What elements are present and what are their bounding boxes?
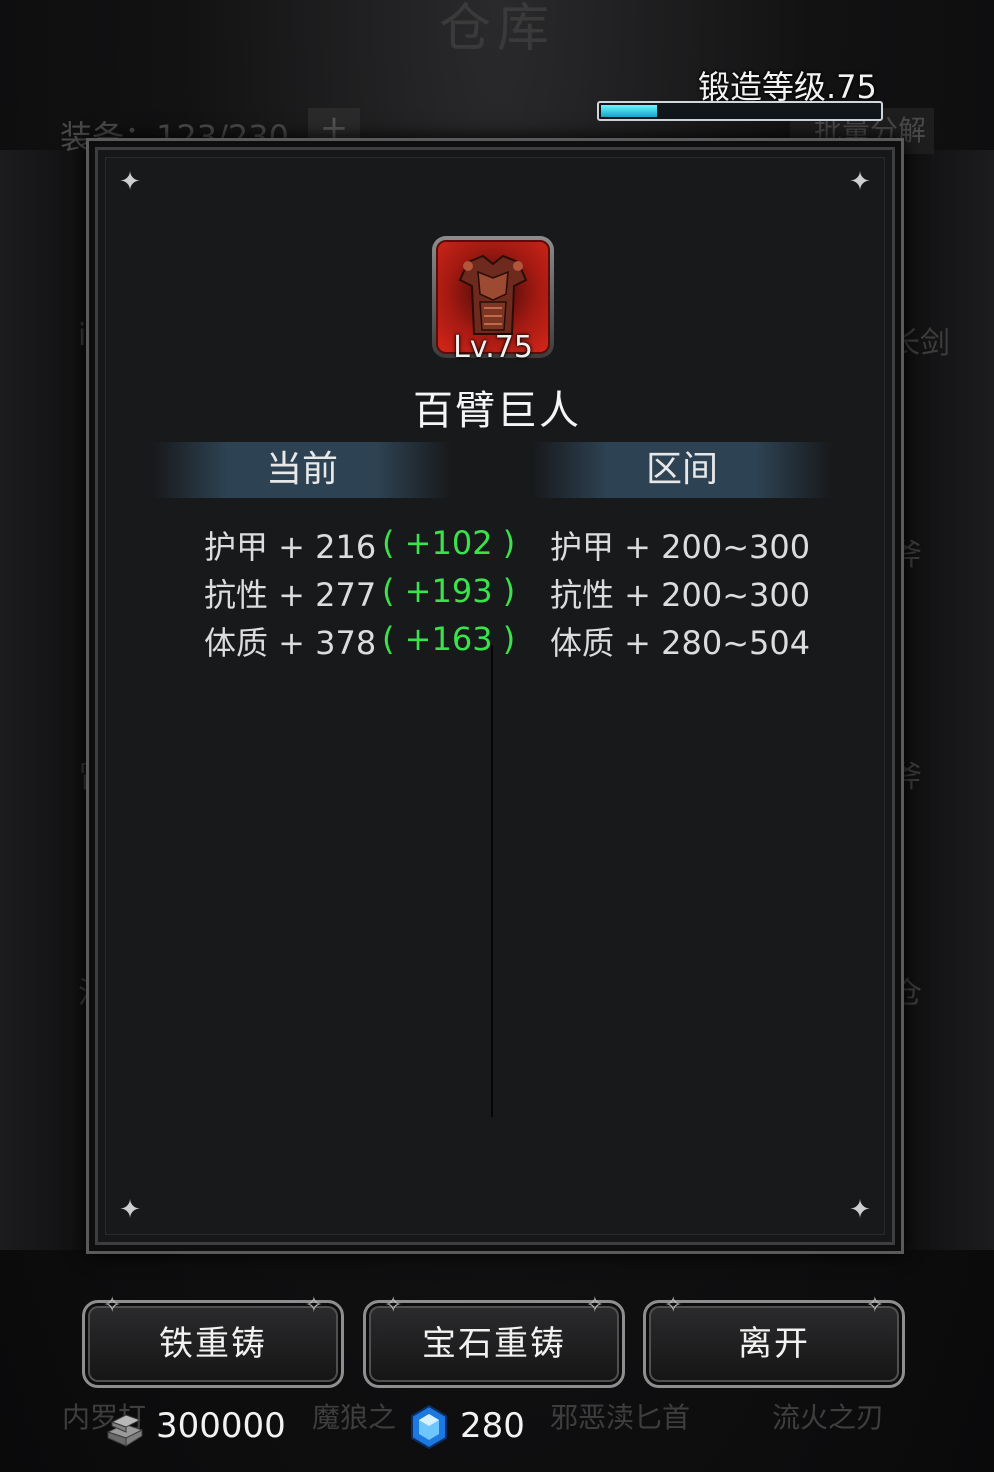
range-stat-resistance: 抗性 + 200~300 (550, 576, 811, 614)
thorn-ornament-icon: ✧ (304, 1293, 323, 1318)
corner-star-icon: ✦ (849, 167, 871, 197)
item-level: Lv.75 (453, 330, 533, 365)
iron-reforge-button[interactable]: ✧ ✧ 铁重铸 (82, 1295, 344, 1388)
iron-ingot-icon (104, 1406, 146, 1448)
forge-progress-bar (597, 101, 883, 121)
range-header-label: 区间 (645, 449, 718, 490)
current-header: 当前 (152, 442, 452, 498)
current-stat-constitution: 体质 + 378 (204, 624, 377, 662)
current-stat-resistance: 抗性 + 277 (204, 576, 377, 614)
background-right-panel (898, 150, 994, 1250)
leave-button[interactable]: ✧ ✧ 离开 (643, 1295, 905, 1388)
column-divider (491, 645, 493, 1117)
corner-star-icon: ✦ (849, 1195, 871, 1225)
bonus-stat-armor: ( +102 ) (382, 524, 516, 562)
background-item-name: 流火之刃 (772, 1401, 885, 1434)
gem-reforge-button[interactable]: ✧ ✧ 宝石重铸 (363, 1295, 625, 1388)
range-stat-armor: 护甲 + 200~300 (550, 528, 811, 566)
background-left-panel (0, 150, 96, 1250)
background-item-name: 魔狼之 (312, 1401, 397, 1434)
iron-reforge-label: 铁重铸 (159, 1324, 267, 1364)
thorn-ornament-icon: ✧ (384, 1293, 403, 1318)
iron-amount: 300000 (156, 1406, 286, 1446)
corner-star-icon: ✦ (119, 1195, 141, 1225)
thorn-ornament-icon: ✧ (865, 1293, 884, 1318)
gem-reforge-label: 宝石重铸 (422, 1324, 566, 1364)
background-title: 仓库 (438, 0, 555, 59)
range-header: 区间 (532, 442, 832, 498)
blue-gem-icon (408, 1404, 450, 1450)
background-item-name: 邪恶渎匕首 (550, 1401, 691, 1434)
gem-amount: 280 (460, 1406, 525, 1446)
bonus-stat-constitution: ( +163 ) (382, 620, 516, 658)
leave-label: 离开 (738, 1324, 810, 1364)
thorn-ornament-icon: ✧ (664, 1293, 683, 1318)
thorn-ornament-icon: ✧ (585, 1293, 604, 1318)
bonus-stat-resistance: ( +193 ) (382, 572, 516, 610)
range-stat-constitution: 体质 + 280~504 (550, 624, 811, 662)
current-header-label: 当前 (265, 449, 338, 490)
item-name: 百臂巨人 (413, 388, 581, 434)
thorn-ornament-icon: ✧ (103, 1293, 122, 1318)
forge-progress-fill (601, 105, 657, 117)
current-stat-armor: 护甲 + 216 (204, 528, 377, 566)
corner-star-icon: ✦ (119, 167, 141, 197)
